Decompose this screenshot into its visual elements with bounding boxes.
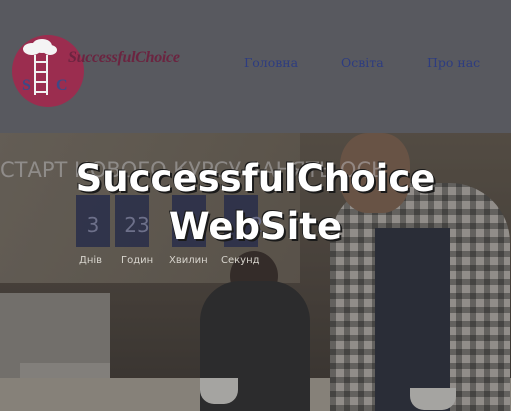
brand-name[interactable]: SuccessfulChoice [68, 49, 180, 67]
site-header: S C SuccessfulChoice Головна Освіта Про … [0, 0, 511, 133]
cloud-icon [23, 39, 57, 55]
countdown-seconds-label: Секунд [221, 255, 260, 266]
nav-item-home[interactable]: Головна [244, 55, 298, 70]
nav-item-education[interactable]: Освіта [341, 55, 384, 70]
logo-letter-c: C [56, 77, 68, 94]
ladder-icon [34, 55, 48, 95]
countdown-days-label: Днів [79, 255, 103, 266]
logo-letter-s: S [22, 77, 31, 94]
overlay-title-line-2: WebSite [168, 205, 343, 248]
overlay-title-line-1: SuccessfulChoice [75, 157, 436, 200]
countdown-minutes-label: Хвилин [169, 255, 208, 266]
nav-item-about[interactable]: Про нас [427, 55, 480, 70]
countdown-hours-label: Годин [121, 255, 154, 266]
overlay-title: SuccessfulChoice WebSite [0, 155, 511, 251]
